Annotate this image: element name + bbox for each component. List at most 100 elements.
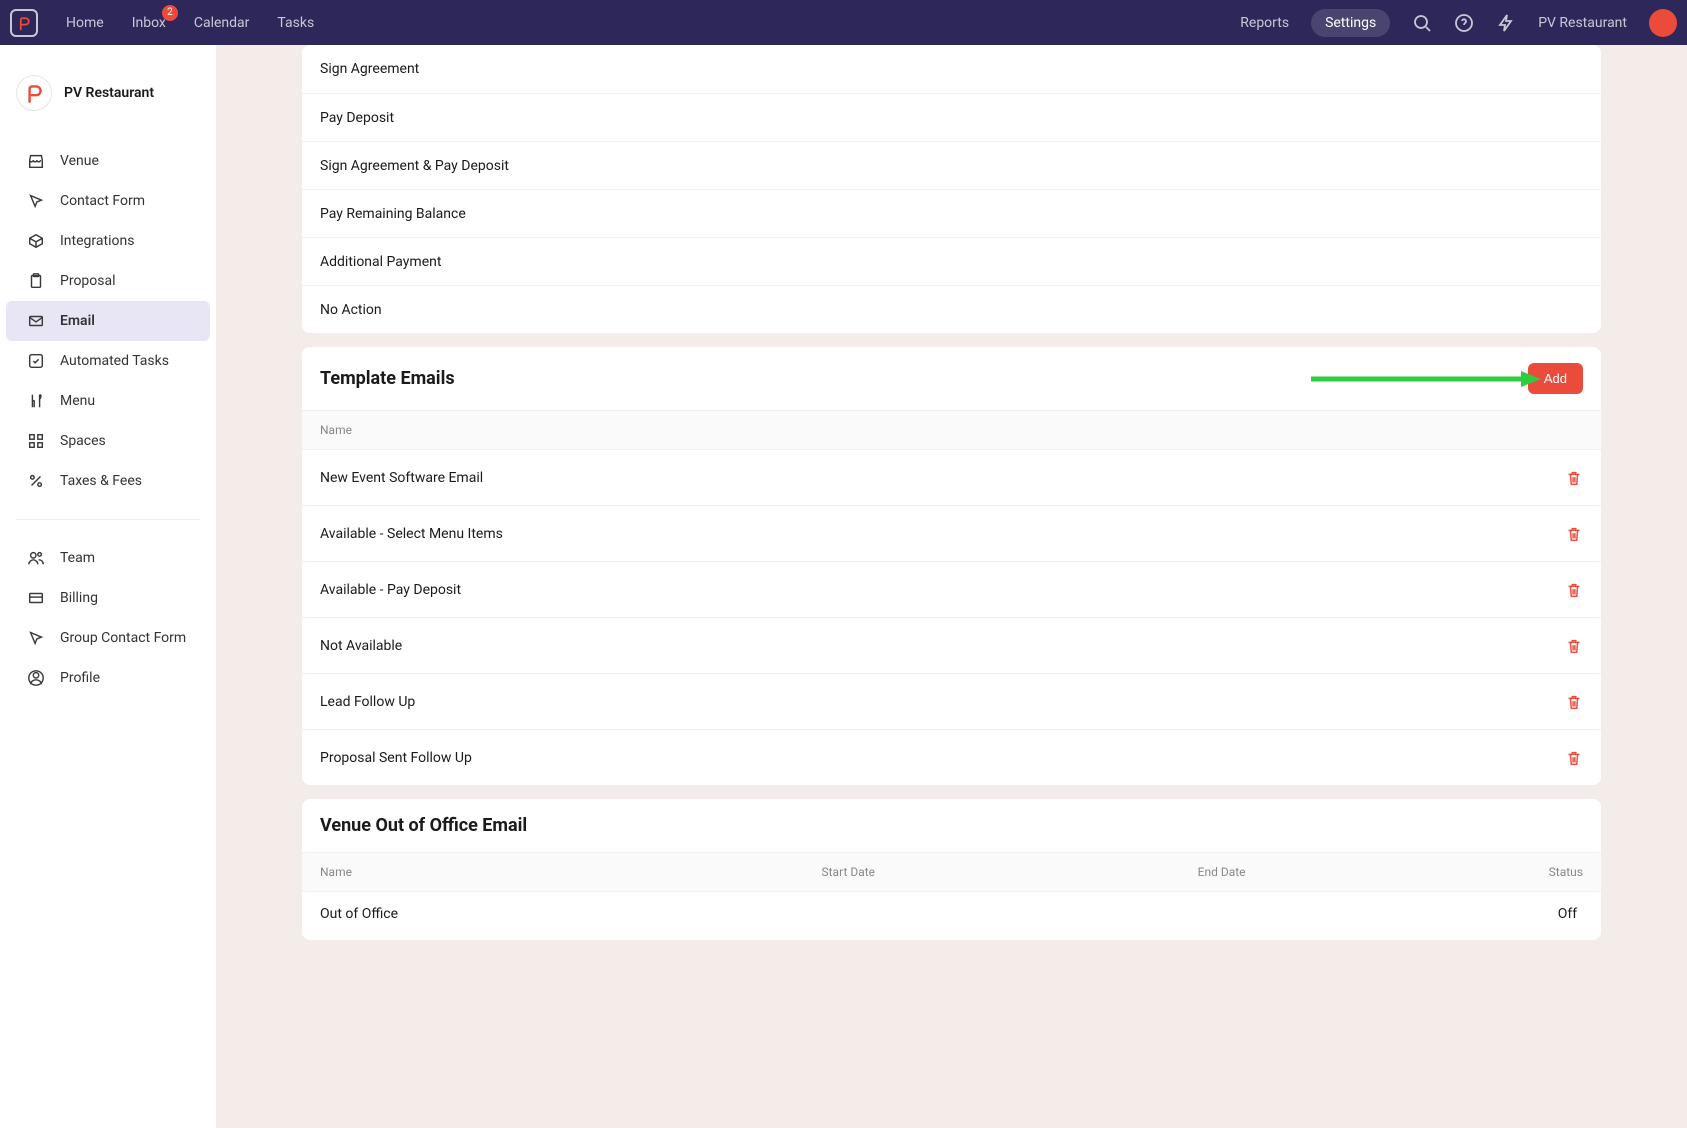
sidebar-item-label: Venue	[60, 153, 99, 169]
template-row[interactable]: Lead Follow Up	[302, 673, 1601, 729]
sidebar-header[interactable]: PV Restaurant	[0, 65, 216, 121]
template-label: Not Available	[320, 638, 402, 654]
action-label: No Action	[320, 302, 382, 318]
template-row[interactable]: Not Available	[302, 617, 1601, 673]
grid-icon	[26, 431, 46, 451]
topnav-inbox[interactable]: Inbox2	[132, 15, 166, 31]
percent-icon	[26, 471, 46, 491]
action-label: Pay Remaining Balance	[320, 206, 466, 222]
action-row[interactable]: Sign Agreement	[302, 45, 1601, 93]
trash-icon[interactable]	[1565, 749, 1583, 767]
sidebar-item-team[interactable]: Team	[6, 538, 210, 578]
action-row[interactable]: No Action	[302, 285, 1601, 333]
template-row[interactable]: Proposal Sent Follow Up	[302, 729, 1601, 785]
sidebar-item-label: Automated Tasks	[60, 353, 169, 369]
template-column-name: Name	[302, 410, 1601, 449]
sidebar-item-label: Integrations	[60, 233, 134, 249]
help-icon[interactable]	[1454, 13, 1474, 33]
template-label: Proposal Sent Follow Up	[320, 750, 472, 766]
mail-icon	[26, 311, 46, 331]
out-of-office-title: Venue Out of Office Email	[320, 815, 527, 836]
action-label: Sign Agreement & Pay Deposit	[320, 158, 509, 174]
sidebar-item-label: Billing	[60, 590, 98, 606]
actions-card: Sign Agreement Pay Deposit Sign Agreement …	[302, 45, 1601, 333]
sidebar-item-billing[interactable]: Billing	[6, 578, 210, 618]
bolt-icon[interactable]	[1496, 13, 1516, 33]
topnav-home[interactable]: Home	[66, 15, 104, 31]
sidebar-item-label: Taxes & Fees	[60, 473, 142, 489]
sidebar-item-label: Contact Form	[60, 193, 145, 209]
sidebar-item-group-contact-form[interactable]: Group Contact Form	[6, 618, 210, 658]
sidebar-item-menu[interactable]: Menu	[6, 381, 210, 421]
inbox-badge: 2	[162, 5, 178, 21]
add-template-button[interactable]: Add	[1528, 363, 1583, 394]
avatar[interactable]	[1649, 9, 1677, 37]
sidebar-item-contact-form[interactable]: Contact Form	[6, 181, 210, 221]
users-icon	[26, 548, 46, 568]
col-status: Status	[1549, 865, 1583, 879]
template-label: New Event Software Email	[320, 470, 483, 486]
action-label: Sign Agreement	[320, 61, 419, 77]
sidebar-logo-icon	[16, 75, 52, 111]
action-row[interactable]: Pay Remaining Balance	[302, 189, 1601, 237]
topbar: Home Inbox2 Calendar Tasks Reports Settings …	[0, 0, 1687, 45]
sidebar: PV Restaurant Venue Contact Form Integrati…	[0, 45, 216, 1128]
storefront-icon	[26, 151, 46, 171]
sidebar-item-label: Group Contact Form	[60, 630, 186, 646]
col-name: Name	[320, 865, 822, 879]
action-row[interactable]: Pay Deposit	[302, 93, 1601, 141]
template-emails-header: Template Emails Add	[302, 347, 1601, 410]
sidebar-item-label: Menu	[60, 393, 95, 409]
org-name-top[interactable]: PV Restaurant	[1538, 15, 1627, 31]
sidebar-item-integrations[interactable]: Integrations	[6, 221, 210, 261]
ooo-end-date	[1204, 906, 1558, 926]
checkbox-icon	[26, 351, 46, 371]
cursor-icon	[26, 191, 46, 211]
sidebar-item-email[interactable]: Email	[6, 301, 210, 341]
topnav-calendar[interactable]: Calendar	[194, 15, 250, 31]
topnav-settings[interactable]: Settings	[1311, 9, 1390, 37]
action-row[interactable]: Additional Payment	[302, 237, 1601, 285]
template-emails-card: Template Emails Add Name New Event Softw…	[302, 347, 1601, 785]
utensils-icon	[26, 391, 46, 411]
clipboard-icon	[26, 271, 46, 291]
sidebar-item-proposal[interactable]: Proposal	[6, 261, 210, 301]
col-end-date: End Date	[1198, 865, 1549, 879]
sidebar-item-label: Team	[60, 550, 95, 566]
trash-icon[interactable]	[1565, 469, 1583, 487]
trash-icon[interactable]	[1565, 581, 1583, 599]
topnav-tasks[interactable]: Tasks	[277, 15, 314, 31]
action-label: Additional Payment	[320, 254, 441, 270]
trash-icon[interactable]	[1565, 637, 1583, 655]
template-row[interactable]: Available - Select Menu Items	[302, 505, 1601, 561]
topbar-right: Reports Settings PV Restaurant	[1240, 9, 1677, 37]
ooo-name: Out of Office	[320, 906, 825, 926]
template-row[interactable]: New Event Software Email	[302, 449, 1601, 505]
sidebar-divider	[16, 519, 200, 520]
ooo-status: Off	[1558, 906, 1577, 926]
template-row[interactable]: Available - Pay Deposit	[302, 561, 1601, 617]
template-label: Available - Select Menu Items	[320, 526, 503, 542]
sidebar-item-venue[interactable]: Venue	[6, 141, 210, 181]
sidebar-item-label: Profile	[60, 670, 100, 686]
trash-icon[interactable]	[1565, 693, 1583, 711]
search-icon[interactable]	[1412, 13, 1432, 33]
sidebar-item-label: Email	[60, 313, 95, 329]
trash-icon[interactable]	[1565, 525, 1583, 543]
template-label: Lead Follow Up	[320, 694, 415, 710]
action-row[interactable]: Sign Agreement & Pay Deposit	[302, 141, 1601, 189]
sidebar-item-taxes-fees[interactable]: Taxes & Fees	[6, 461, 210, 501]
sidebar-item-profile[interactable]: Profile	[6, 658, 210, 698]
topnav-reports[interactable]: Reports	[1240, 15, 1289, 31]
sidebar-item-automated-tasks[interactable]: Automated Tasks	[6, 341, 210, 381]
app-logo[interactable]	[10, 9, 38, 37]
out-of-office-header: Venue Out of Office Email	[302, 799, 1601, 852]
sidebar-nav: Venue Contact Form Integrations Proposal Ema…	[0, 141, 216, 698]
ooo-start-date	[825, 906, 1204, 926]
template-emails-title: Template Emails	[320, 368, 455, 389]
out-of-office-row[interactable]: Out of Office Off	[302, 891, 1601, 940]
out-of-office-card: Venue Out of Office Email Name Start Dat…	[302, 799, 1601, 940]
col-start-date: Start Date	[822, 865, 1198, 879]
sidebar-item-spaces[interactable]: Spaces	[6, 421, 210, 461]
sidebar-item-label: Spaces	[60, 433, 106, 449]
